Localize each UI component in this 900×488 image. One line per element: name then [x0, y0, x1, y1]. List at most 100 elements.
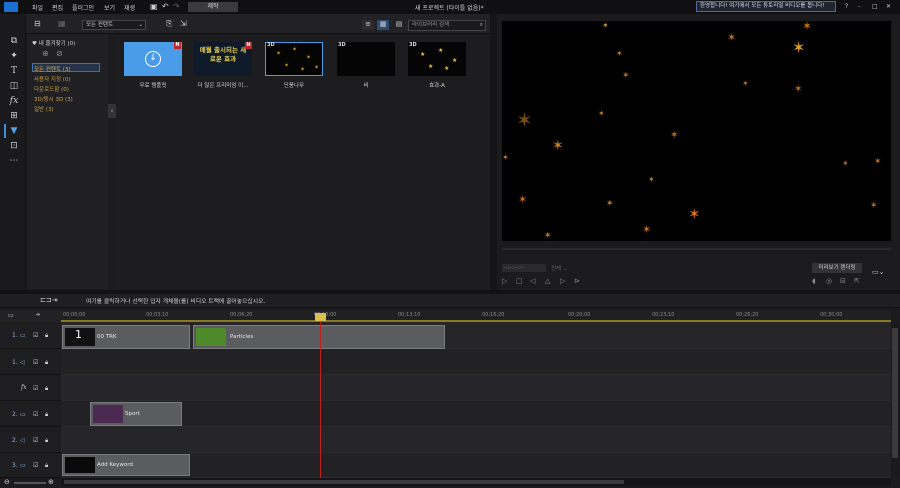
- export-icon[interactable]: ⇲: [180, 19, 187, 28]
- stop-icon[interactable]: □: [516, 276, 523, 286]
- zoom-slider[interactable]: [14, 482, 46, 484]
- lock-icon[interactable]: 🔒︎: [45, 385, 48, 393]
- sort-icon[interactable]: ▤: [393, 20, 405, 30]
- lock-icon[interactable]: 🔒︎: [45, 359, 48, 367]
- timecode-display[interactable]: --;--;--;--: [502, 264, 546, 272]
- category-custom[interactable]: 사용자 지정 (0): [34, 75, 71, 83]
- title-room-icon[interactable]: T: [7, 64, 21, 78]
- undock-icon[interactable]: ⇱: [854, 276, 860, 286]
- fast-forward-icon[interactable]: ▷: [560, 276, 565, 286]
- menu-view[interactable]: 보기: [104, 3, 115, 12]
- library-search-input[interactable]: 라이브러리 검색 ⌕: [408, 20, 486, 31]
- remove-tag-icon[interactable]: ⊘: [56, 49, 63, 58]
- timeline-clip[interactable]: Add Keyword: [62, 454, 190, 476]
- track-lane-fx[interactable]: [61, 375, 891, 401]
- fx-room-icon[interactable]: ✦: [7, 49, 21, 63]
- render-preview-button[interactable]: 미리보기 렌더링: [812, 263, 862, 273]
- quality-dropdown[interactable]: 전체 ⌄: [551, 264, 567, 272]
- vertical-scroll-thumb[interactable]: [892, 328, 898, 458]
- play-icon[interactable]: ▷: [502, 276, 507, 286]
- track-lane-audio-1[interactable]: [61, 349, 891, 375]
- library-item-rain[interactable]: [337, 42, 395, 76]
- timeline-clip[interactable]: Particles: [193, 325, 445, 349]
- timeline-clip[interactable]: Sport: [90, 402, 182, 426]
- horizontal-scroll-thumb[interactable]: [64, 480, 624, 484]
- import-icon[interactable]: ⊟: [34, 19, 41, 28]
- lock-icon[interactable]: 🔒︎: [45, 332, 48, 340]
- panel-splitter[interactable]: [490, 14, 497, 290]
- category-downloaded[interactable]: 다운로드함 (0): [34, 85, 69, 93]
- track-enable-checkbox[interactable]: ☑: [33, 462, 38, 469]
- lock-icon[interactable]: 🔒︎: [45, 437, 48, 445]
- add-tag-icon[interactable]: ⊕: [42, 49, 49, 58]
- zoom-out-icon[interactable]: ⊖: [4, 478, 10, 486]
- preview-screen[interactable]: ✶ ✶ ✶ ✶ ✶ ✶ ✶ ✶ ✶ ✶ ✶ ✶ ✶ ✶ ✶ ✶ ✶ ✶ ✶ ✶ …: [502, 20, 891, 241]
- help-icon[interactable]: ?: [845, 3, 848, 10]
- audio-track-icon: ◁: [20, 359, 25, 366]
- dock-icon[interactable]: ⊟: [840, 276, 846, 286]
- track-enable-checkbox[interactable]: ☑: [33, 437, 38, 444]
- fit-timeline-icon[interactable]: ⇹: [36, 312, 40, 318]
- menu-file[interactable]: 파일: [32, 3, 43, 12]
- transition-room-icon[interactable]: ⊞: [7, 109, 21, 123]
- track-enable-checkbox[interactable]: ☑: [33, 359, 38, 366]
- snapshot-icon[interactable]: ◎: [826, 276, 832, 286]
- welcome-banner[interactable]: 환영합니다! 여기에서 모든 튜토리얼 비디오를 봅니다!: [696, 1, 836, 12]
- lock-icon[interactable]: 🔒︎: [45, 462, 48, 470]
- track-header-video-2: 2. ▭ ☑ 🔒︎: [0, 401, 61, 427]
- minimize-icon[interactable]: -: [858, 3, 860, 10]
- media-room-icon[interactable]: ⧉: [7, 34, 21, 48]
- track-manager-icon[interactable]: ▭: [8, 312, 14, 319]
- plugin-icon[interactable]: ▦: [58, 19, 66, 28]
- content-filter-dropdown[interactable]: 모든 컨텐트 ⌄: [82, 20, 146, 30]
- next-frame-icon[interactable]: △: [545, 276, 550, 286]
- ruler-mark: 00;26;20: [736, 312, 759, 318]
- particle-room-icon[interactable]: ▼: [7, 124, 21, 138]
- maximize-icon[interactable]: □: [872, 3, 878, 10]
- more-icon[interactable]: ⋯: [7, 154, 21, 168]
- grid-view-icon[interactable]: ▦: [377, 20, 389, 30]
- clip-label: Add Keyword: [97, 462, 133, 468]
- download-icon[interactable]: ⎘: [166, 19, 172, 29]
- timeline-tool-icon[interactable]: ⊏⊐⇥: [40, 296, 58, 304]
- previous-frame-icon[interactable]: ◁: [530, 276, 535, 286]
- library-item-premium[interactable]: 매월 출시되는 새로운 효과: [194, 42, 252, 76]
- effect-room-icon[interactable]: fx: [7, 94, 21, 108]
- library-item-effect-a[interactable]: ★ ★ ★ ★ ★: [408, 42, 466, 76]
- library-item-label: 효과-A: [429, 83, 445, 89]
- track-lane-video-2[interactable]: [61, 401, 891, 427]
- list-view-icon[interactable]: ≡: [362, 20, 374, 30]
- preview-scrubber[interactable]: [502, 248, 891, 250]
- save-icon[interactable]: ▣: [150, 2, 158, 12]
- lock-icon[interactable]: 🔒︎: [45, 411, 48, 419]
- loop-icon[interactable]: ⊳: [574, 276, 580, 286]
- track-enable-checkbox[interactable]: ☑: [33, 411, 38, 418]
- playhead-handle[interactable]: [315, 313, 326, 321]
- collapse-panel-handle[interactable]: ‹: [108, 104, 116, 118]
- volume-icon[interactable]: ◖: [812, 276, 816, 286]
- produce-button[interactable]: 제작: [188, 2, 238, 12]
- category-general[interactable]: 일반 (3): [34, 105, 54, 113]
- clip-label: Particles: [230, 334, 254, 340]
- track-lane-audio-2[interactable]: [61, 427, 891, 453]
- search-icon: ⌕: [479, 22, 483, 28]
- search-placeholder: 라이브러리 검색: [412, 22, 450, 28]
- zoom-in-icon[interactable]: ⊕: [48, 478, 54, 486]
- track-enable-checkbox[interactable]: ☑: [33, 385, 38, 392]
- redo-icon[interactable]: ↷: [173, 2, 180, 12]
- category-all[interactable]: 모든 컨텐트 (3): [34, 65, 71, 73]
- favorites-item[interactable]: ♥ 내 즐겨찾기 (0): [32, 39, 75, 47]
- display-mode-icon[interactable]: ▭⌄: [872, 268, 884, 276]
- timeline-clip[interactable]: 1 00 TRK: [62, 325, 190, 349]
- video-track-icon: ▭: [20, 411, 26, 418]
- library-item-label: 더 많은 프리미엄 이...: [197, 83, 249, 89]
- undo-icon[interactable]: ↶: [162, 2, 169, 12]
- category-3d[interactable]: 3D/동시 3D (3): [34, 95, 73, 103]
- pip-room-icon[interactable]: ◫: [7, 79, 21, 93]
- close-icon[interactable]: ✕: [886, 3, 891, 10]
- menu-play[interactable]: 재생: [124, 3, 135, 12]
- chapter-room-icon[interactable]: ⊡: [7, 139, 21, 153]
- track-enable-checkbox[interactable]: ☑: [33, 332, 38, 339]
- menu-plugin[interactable]: 플러그인: [72, 3, 94, 12]
- menu-edit[interactable]: 편집: [52, 3, 63, 12]
